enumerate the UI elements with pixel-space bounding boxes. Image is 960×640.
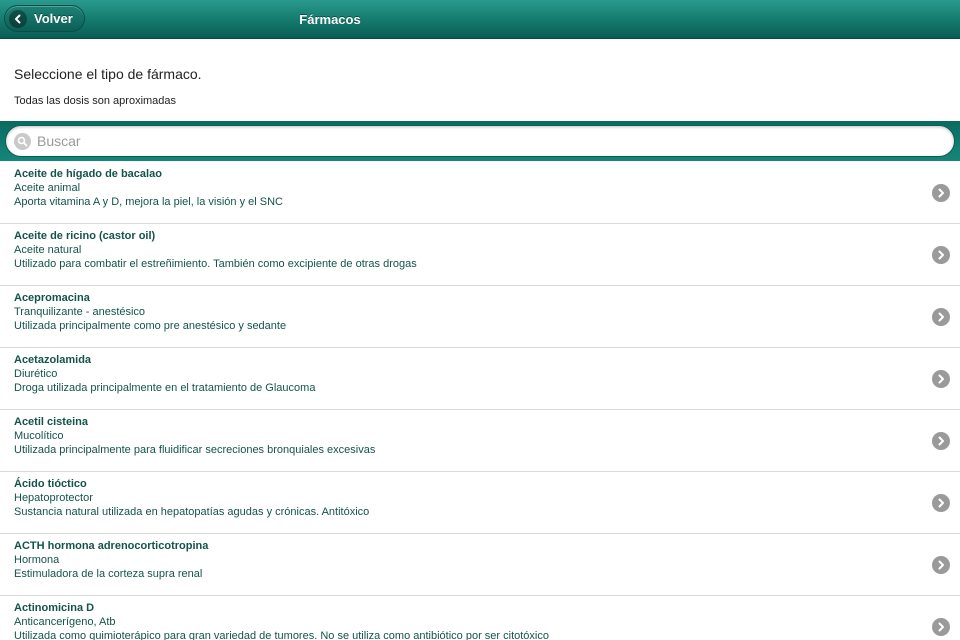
list-item[interactable]: ACTH hormona adrenocorticotropina Hormona… — [0, 534, 960, 596]
drug-name: Acetazolamida — [14, 354, 92, 366]
list-item-text: Aceite de ricino (castor oil) Aceite natu… — [14, 229, 417, 271]
drug-type: Tranquilizante - anestésico — [14, 306, 146, 318]
drug-type: Anticancerígeno, Atb — [14, 616, 116, 628]
search-input[interactable] — [37, 133, 917, 149]
top-bar: Fármacos Volver — [0, 0, 960, 39]
drug-name: Aceite de ricino (castor oil) — [14, 230, 156, 242]
drug-type: Diurético — [14, 368, 58, 380]
drug-type: Hepatoprotector — [14, 492, 93, 504]
list-item-text: Ácido tióctico Hepatoprotector Sustancia n… — [14, 477, 369, 519]
drug-description: Estimuladora de la corteza supra renal — [14, 568, 203, 580]
intro-heading-wrap: Seleccione el tipo de fármaco. — [14, 66, 202, 82]
list-item[interactable]: Aceite de hígado de bacalao Aceite animal… — [0, 162, 960, 224]
drug-name: Actinomicina D — [14, 602, 95, 614]
search-bar — [0, 121, 960, 161]
list-item[interactable]: Aceite de ricino (castor oil) Aceite natu… — [0, 224, 960, 286]
chevron-left-icon — [9, 9, 27, 28]
drug-type: Aceite animal — [14, 182, 81, 194]
list-item[interactable]: Acetil cisteina Mucolítico Utilizada princ… — [0, 410, 960, 472]
chevron-right-icon[interactable] — [932, 556, 950, 574]
drug-description: Utilizada principalmente como pre anesté… — [14, 320, 287, 332]
chevron-right-icon[interactable] — [932, 432, 950, 450]
chevron-right-icon[interactable] — [932, 494, 950, 512]
drug-name: ACTH hormona adrenocorticotropina — [14, 540, 209, 552]
back-button[interactable]: Volver — [4, 5, 85, 32]
list-item[interactable]: Acetazolamida Diurético Droga utilizada pr… — [0, 348, 960, 410]
list-item-text: Acetazolamida Diurético Droga utilizada pr… — [14, 353, 315, 395]
list-item-text: Actinomicina D Anticancerígeno, Atb Utiliz… — [14, 601, 549, 640]
chevron-right-icon[interactable] — [932, 246, 950, 264]
back-button-label: Volver — [34, 11, 73, 26]
drug-type: Aceite natural — [14, 244, 82, 256]
intro-note: Todas las dosis son aproximadas — [14, 95, 177, 107]
drug-name: Acetil cisteina — [14, 416, 88, 428]
chevron-right-icon[interactable] — [932, 370, 950, 388]
drug-name: Ácido tióctico — [14, 478, 87, 490]
page-title: Fármacos — [299, 12, 361, 27]
list-item[interactable]: Ácido tióctico Hepatoprotector Sustancia n… — [0, 472, 960, 534]
drug-name: Acepromacina — [14, 292, 90, 304]
drug-description: Aporta vitamina A y D, mejora la piel, l… — [14, 196, 284, 208]
list-item[interactable]: Actinomicina D Anticancerígeno, Atb Utiliz… — [0, 596, 960, 640]
chevron-right-icon[interactable] — [932, 184, 950, 202]
chevron-right-icon[interactable] — [932, 308, 950, 326]
search-icon — [14, 132, 31, 150]
drug-type: Mucolítico — [14, 430, 64, 442]
drug-name: Aceite de hígado de bacalao — [14, 168, 162, 180]
intro-heading: Seleccione el tipo de fármaco. — [14, 66, 202, 82]
list-item-text: Acetil cisteina Mucolítico Utilizada princ… — [14, 415, 375, 457]
chevron-right-icon[interactable] — [932, 618, 950, 636]
drug-description: Utilizada como quimioterápico para gran … — [14, 630, 549, 640]
search-box[interactable] — [5, 125, 955, 157]
drug-description: Droga utilizada principalmente en el tra… — [14, 382, 316, 394]
drug-description: Utilizado para combatir el estreñimiento… — [14, 258, 417, 270]
list-item-text: Aceite de hígado de bacalao Aceite animal… — [14, 167, 283, 209]
drug-description: Sustancia natural utilizada en hepatopat… — [14, 506, 370, 518]
list-item-text: Acepromacina Tranquilizante - anestésico U… — [14, 291, 286, 333]
drug-description: Utilizada principalmente para fluidifica… — [14, 444, 376, 456]
drug-list: Aceite de hígado de bacalao Aceite animal… — [0, 162, 960, 640]
drug-type: Hormona — [14, 554, 60, 566]
list-item[interactable]: Acepromacina Tranquilizante - anestésico U… — [0, 286, 960, 348]
list-item-text: ACTH hormona adrenocorticotropina Hormona… — [14, 539, 208, 581]
